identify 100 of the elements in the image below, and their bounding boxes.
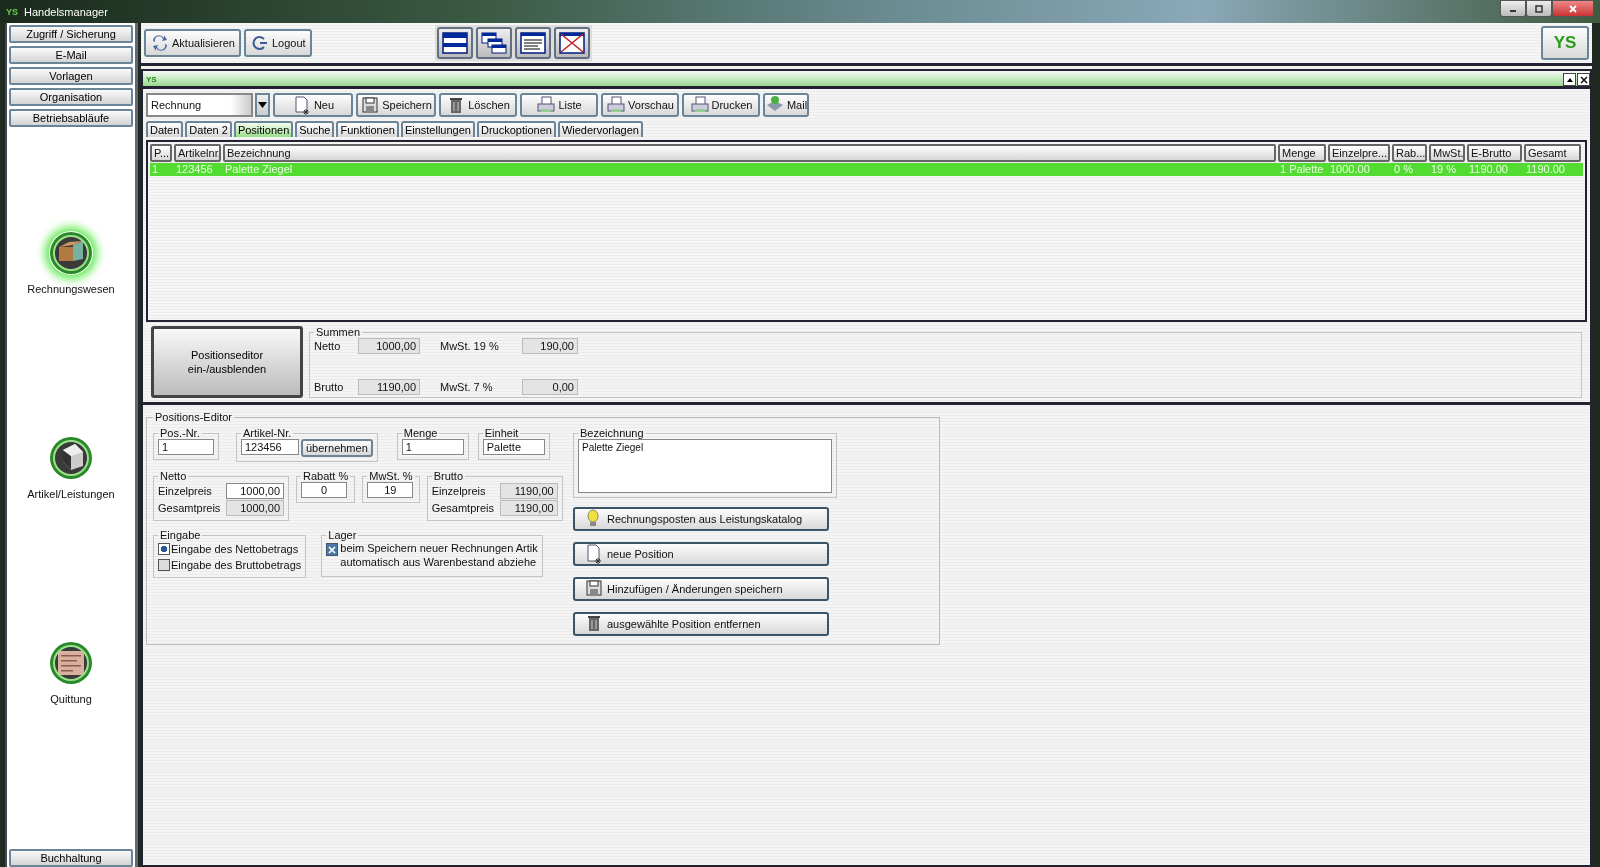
tab[interactable]: Daten 2: [185, 121, 232, 137]
group-label: Pos.-Nr.: [159, 427, 201, 439]
input-field[interactable]: 1000,00: [226, 482, 284, 499]
tab[interactable]: Suche: [295, 121, 335, 137]
value-field: 1190,00: [358, 379, 420, 395]
toolbar-button[interactable]: Speichern: [356, 93, 436, 117]
apply-button[interactable]: übernehmen: [301, 439, 373, 457]
option-label: beim Speichern neuer Rechnungen Artik automatisch aus Warenbestand abziehe: [340, 541, 538, 569]
module-item[interactable]: Rechnungswesen: [23, 226, 119, 299]
sidebar-button[interactable]: Betriebsabläufe: [9, 109, 133, 127]
group-label: Artikel-Nr.: [242, 427, 293, 439]
toggle-editor-button[interactable]: Positionseditor ein-/ausblenden: [151, 326, 303, 398]
receipt-icon: [49, 641, 93, 686]
toolbar-button[interactable]: Vorschau: [601, 93, 679, 117]
input-field[interactable]: 19: [367, 482, 414, 498]
group-label: Summen: [315, 326, 362, 338]
sidebar-button[interactable]: Organisation: [9, 88, 133, 106]
sidebar-button[interactable]: Buchhaltung: [9, 849, 133, 867]
field-label: Brutto: [314, 381, 345, 393]
column-header[interactable]: Gesamt: [1524, 144, 1581, 162]
option-label: Eingabe des Bruttobetrags: [171, 559, 302, 571]
field-label: MwSt. 19 %: [440, 340, 500, 352]
table-cell-text: 123456: [175, 163, 214, 176]
group-label: Einheit: [483, 427, 520, 439]
table-cell-text: 1: [151, 163, 160, 176]
column-header[interactable]: Einzelpre...: [1328, 144, 1390, 162]
toolbar-button[interactable]: Logout: [244, 29, 312, 57]
box-icon: [49, 436, 93, 480]
checkbox[interactable]: [326, 543, 339, 556]
printer-icon: [606, 95, 627, 115]
text-area[interactable]: Palette Ziegel: [578, 439, 832, 493]
tab[interactable]: Daten: [146, 121, 184, 137]
column-header[interactable]: Bezeichnung: [223, 144, 1276, 162]
action-button[interactable]: Hinzufügen / Änderungen speichern: [573, 577, 829, 601]
toolbar-button[interactable]: Mail: [763, 93, 809, 117]
column-header[interactable]: E-Brutto: [1467, 144, 1522, 162]
column-header[interactable]: Artikelnr.: [174, 144, 221, 162]
field-label: Gesamtpreis: [158, 501, 222, 514]
view-button[interactable]: [514, 27, 551, 59]
action-button[interactable]: ausgewählte Position entfernen: [573, 612, 829, 636]
view-button[interactable]: [436, 27, 473, 59]
radio-button[interactable]: [158, 543, 170, 555]
input-field[interactable]: 0: [301, 482, 347, 498]
maximize-button[interactable]: [1526, 0, 1552, 17]
maximize-icon: [1535, 4, 1543, 13]
collapse-button[interactable]: [1563, 73, 1576, 86]
radio-button[interactable]: [158, 559, 170, 571]
sidebar-button[interactable]: Vorlagen: [9, 67, 133, 85]
minimize-button[interactable]: [1500, 0, 1526, 17]
toolbar-button[interactable]: Löschen: [439, 93, 517, 117]
table-cell-text: 19 %: [1430, 163, 1458, 176]
tab[interactable]: Funktionen: [336, 121, 399, 137]
table-cell-text: 1 Palette: [1279, 163, 1325, 176]
window-title: Handelsmanager: [24, 5, 108, 18]
input-field[interactable]: Palette: [482, 439, 545, 455]
sidebar-button[interactable]: E-Mail: [9, 46, 133, 64]
group-label: Brutto: [432, 470, 464, 482]
view-button[interactable]: [553, 27, 590, 59]
value-field: 1190,00: [499, 482, 558, 499]
group-label: Netto: [159, 470, 188, 482]
close-button[interactable]: [1552, 0, 1594, 17]
table-cell-text: Palette Ziegel: [224, 163, 294, 176]
table-cell-text: 1190.00: [1525, 163, 1566, 176]
app-logo: YS: [6, 6, 18, 17]
crossed-window-icon: [556, 30, 587, 56]
value-field: 0,00: [522, 379, 578, 395]
group-label: Menge: [402, 427, 439, 439]
toolbar-button[interactable]: Drucken: [682, 93, 760, 117]
sidebar-button[interactable]: Zugriff / Sicherung: [9, 25, 133, 43]
close-icon: [1579, 75, 1588, 84]
group-label: Bezeichnung: [579, 427, 645, 439]
input-field[interactable]: 1: [401, 439, 464, 455]
column-header[interactable]: Rab...: [1392, 144, 1427, 162]
action-button[interactable]: Rechnungsposten aus Leistungskatalog: [573, 507, 829, 531]
tab[interactable]: Druckoptionen: [476, 121, 556, 137]
toolbar-button[interactable]: Neu: [273, 93, 353, 117]
column-header[interactable]: Menge: [1278, 144, 1326, 162]
caret-icon: [258, 101, 267, 109]
module-item[interactable]: Quittung: [45, 637, 97, 710]
toolbar-button[interactable]: Aktualisieren: [144, 29, 241, 57]
column-header[interactable]: MwSt.: [1429, 144, 1465, 162]
module-item[interactable]: Artikel/Leistungen: [23, 432, 119, 504]
value-field: 1000,00: [358, 338, 420, 354]
toolbar-button[interactable]: Liste: [520, 93, 598, 117]
action-button[interactable]: neue Position: [573, 542, 829, 566]
stacked-windows-icon: [439, 30, 470, 56]
column-header[interactable]: P...: [150, 144, 172, 162]
view-button[interactable]: [475, 27, 512, 59]
group-label: Lager: [327, 529, 358, 541]
document-type-field[interactable]: Rechnung: [146, 93, 253, 117]
close-button[interactable]: [1577, 73, 1590, 86]
tab[interactable]: Wiedervorlagen: [557, 121, 643, 137]
document-icon: [517, 30, 548, 56]
field-label: MwSt. 7 %: [440, 381, 494, 393]
tab[interactable]: Positionen: [233, 121, 294, 137]
input-field[interactable]: 1: [158, 439, 214, 455]
tab[interactable]: Einstellungen: [400, 121, 475, 137]
value-field: 1000,00: [226, 499, 284, 516]
dropdown-button[interactable]: [255, 93, 270, 117]
input-field[interactable]: 123456: [241, 439, 299, 455]
